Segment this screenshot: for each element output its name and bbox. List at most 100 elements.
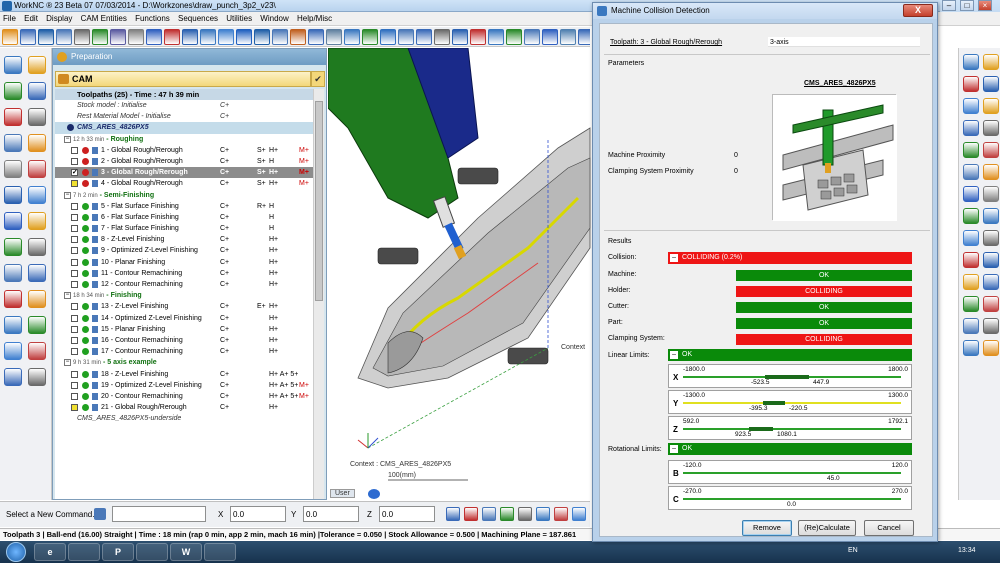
right-tool-icon[interactable]	[983, 186, 999, 202]
preparation-header[interactable]: Preparation	[53, 49, 326, 65]
command-tool-icon[interactable]	[572, 507, 586, 521]
toolbar-icon[interactable]	[20, 28, 36, 45]
tree-scrollbar[interactable]	[313, 89, 324, 499]
left-tool-icon[interactable]	[28, 342, 46, 360]
toolbar-icon[interactable]	[254, 28, 270, 45]
row-checkbox[interactable]: ✓	[71, 169, 78, 177]
cam-section[interactable]: CAM	[55, 71, 311, 87]
left-tool-icon[interactable]	[4, 264, 22, 282]
command-tool-icon[interactable]	[482, 507, 496, 521]
right-tool-icon[interactable]	[963, 318, 979, 334]
left-tool-icon[interactable]	[28, 56, 46, 74]
toolbar-icon[interactable]	[74, 28, 90, 45]
row-checkbox[interactable]	[71, 336, 78, 344]
tree-row[interactable]: 20 - Contour Remachining C+ H+ A+ 5+ M+	[55, 391, 313, 402]
toolbar-icon[interactable]	[416, 28, 432, 45]
row-checkbox[interactable]	[71, 146, 78, 154]
toolbar-icon[interactable]	[182, 28, 198, 45]
right-tool-icon[interactable]	[963, 296, 979, 312]
menu-edit[interactable]: Edit	[21, 12, 41, 25]
collapse-icon[interactable]: −	[64, 135, 71, 143]
tree-row[interactable]: −12 h 33 min - Roughing	[55, 134, 313, 145]
toolbar-icon[interactable]	[92, 28, 108, 45]
taskbar-app-worknc[interactable]: W	[170, 543, 202, 561]
right-tool-icon[interactable]	[983, 164, 999, 180]
left-tool-icon[interactable]	[4, 290, 22, 308]
row-checkbox[interactable]	[71, 314, 78, 322]
left-tool-icon[interactable]	[28, 316, 46, 334]
right-tool-icon[interactable]	[983, 340, 999, 356]
taskbar-app-media[interactable]: P	[102, 543, 134, 561]
rotational-limits-bar[interactable]: − OK	[668, 443, 912, 455]
left-tool-icon[interactable]	[28, 134, 46, 152]
tree-row[interactable]: Rest Material Model - Initialise C+	[55, 111, 313, 122]
clamping-proximity-value[interactable]: 0	[734, 168, 738, 175]
command-tool-icon[interactable]	[536, 507, 550, 521]
command-input[interactable]	[112, 506, 206, 522]
minimize-button[interactable]: –	[942, 0, 956, 11]
toolbar-icon[interactable]	[110, 28, 126, 45]
menu-help-misc[interactable]: Help/Misc	[294, 12, 335, 25]
tree-row[interactable]: CMS_ARES_4826PX5	[55, 122, 313, 134]
tab-user[interactable]: User	[330, 489, 355, 498]
right-tool-icon[interactable]	[963, 340, 979, 356]
right-tool-icon[interactable]	[963, 208, 979, 224]
row-checkbox[interactable]	[71, 180, 78, 188]
toolbar-icon[interactable]	[146, 28, 162, 45]
tree-row[interactable]: 19 - Optimized Z-Level Finishing C+ H+ A+ …	[55, 380, 313, 391]
toolbar-icon[interactable]	[398, 28, 414, 45]
menu-utilities[interactable]: Utilities	[223, 12, 255, 25]
language-indicator[interactable]: EN	[848, 547, 858, 554]
right-tool-icon[interactable]	[983, 296, 999, 312]
command-tool-icon[interactable]	[518, 507, 532, 521]
left-tool-icon[interactable]	[4, 82, 22, 100]
row-checkbox[interactable]	[71, 247, 78, 255]
right-tool-icon[interactable]	[963, 142, 979, 158]
taskbar-app-explorer[interactable]	[68, 543, 100, 561]
recalculate-button[interactable]: (Re)Calculate	[798, 520, 856, 536]
left-tool-icon[interactable]	[28, 212, 46, 230]
globe-icon[interactable]	[368, 489, 380, 499]
command-tool-icon[interactable]	[554, 507, 568, 521]
tree-row[interactable]: 13 - Z-Level Finishing C+ E+ H+	[55, 301, 313, 312]
right-tool-icon[interactable]	[983, 230, 999, 246]
left-tool-icon[interactable]	[28, 82, 46, 100]
toolbar-icon[interactable]	[272, 28, 288, 45]
right-tool-icon[interactable]	[983, 252, 999, 268]
toolbar-icon[interactable]	[380, 28, 396, 45]
tree-row[interactable]: 4 - Global Rough/Rerough C+ S+ H+ M+	[55, 178, 313, 189]
left-tool-icon[interactable]	[4, 134, 22, 152]
left-tool-icon[interactable]	[28, 264, 46, 282]
x-input[interactable]	[230, 506, 286, 522]
right-tool-icon[interactable]	[983, 76, 999, 92]
menu-display[interactable]: Display	[43, 12, 75, 25]
toolbar-icon[interactable]	[434, 28, 450, 45]
toolbar-icon[interactable]	[164, 28, 180, 45]
command-tool-icon[interactable]	[500, 507, 514, 521]
close-window-button[interactable]: ×	[978, 0, 992, 11]
right-tool-icon[interactable]	[963, 274, 979, 290]
toolbar-icon[interactable]	[326, 28, 342, 45]
collapse-icon[interactable]: −	[670, 351, 678, 359]
right-tool-icon[interactable]	[963, 54, 979, 70]
tree-row[interactable]: 2 - Global Rough/Rerough C+ S+ H M+	[55, 156, 313, 167]
tree-row[interactable]: 11 - Contour Remachining C+ H+	[55, 268, 313, 279]
taskbar-app-powerpoint[interactable]	[136, 543, 168, 561]
toolbar-icon[interactable]	[470, 28, 486, 45]
toolbar-icon[interactable]	[128, 28, 144, 45]
menu-window[interactable]: Window	[257, 12, 291, 25]
maximize-button[interactable]: □	[960, 0, 974, 11]
row-checkbox[interactable]	[71, 225, 78, 233]
row-checkbox[interactable]	[71, 325, 78, 333]
right-tool-icon[interactable]	[963, 252, 979, 268]
3d-viewport[interactable]: Context Context : CMS_ARES_4826PX5 100(m…	[328, 48, 592, 500]
right-tool-icon[interactable]	[983, 54, 999, 70]
y-input[interactable]	[303, 506, 359, 522]
tree-row[interactable]: 21 - Global Rough/Rerough C+ H+	[55, 402, 313, 413]
tree-row[interactable]: 9 - Optimized Z-Level Finishing C+ H+	[55, 245, 313, 256]
tree-row[interactable]: −9 h 31 min - 5 axis example	[55, 357, 313, 368]
command-icon[interactable]	[94, 508, 106, 520]
row-checkbox[interactable]	[71, 213, 78, 221]
row-checkbox[interactable]	[71, 404, 78, 412]
right-tool-icon[interactable]	[983, 98, 999, 114]
